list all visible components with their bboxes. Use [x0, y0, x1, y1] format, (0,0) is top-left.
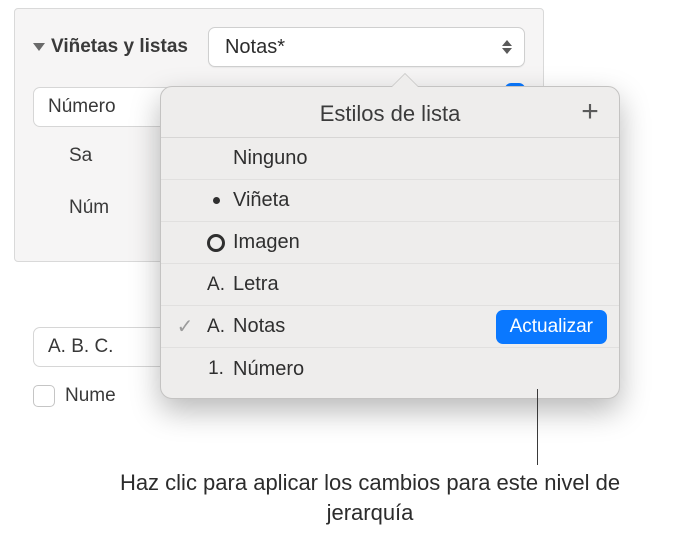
tiered-numbers-label: Nume: [65, 385, 116, 407]
ring-bullet-icon: [207, 234, 225, 252]
prefix-text: A.: [207, 316, 225, 338]
popover-arrow-icon: [391, 74, 419, 88]
list-styles-popover: Estilos de lista + Ninguno Viñeta Imagen: [160, 86, 620, 399]
list-style-selected-label: Notas*: [225, 36, 285, 59]
checkmark-icon: ✓: [171, 314, 199, 339]
add-style-button[interactable]: +: [575, 97, 605, 127]
callout-text: Haz clic para aplicar los cambios para e…: [100, 468, 640, 527]
bullet-slot: A.: [199, 274, 233, 296]
list-style-label: Número: [233, 358, 607, 381]
list-style-item-notas[interactable]: ✓ A. Notas Actualizar: [161, 306, 619, 348]
list-style-item-number[interactable]: 1. Número: [161, 348, 619, 390]
list-style-label: Notas: [233, 315, 496, 338]
tiered-numbers-row: Nume: [33, 385, 116, 407]
plus-icon: +: [581, 97, 599, 127]
popover-title: Estilos de lista: [320, 101, 461, 127]
prefix-text: A.: [207, 274, 225, 296]
list-style-label: Letra: [233, 273, 607, 296]
list-styles-list: Ninguno Viñeta Imagen A. Letra ✓: [161, 137, 619, 390]
list-style-dropdown[interactable]: Notas*: [208, 27, 525, 67]
chevron-down-icon: [33, 43, 45, 51]
callout-leader-line: [537, 389, 538, 465]
update-style-button[interactable]: Actualizar: [496, 310, 607, 344]
popover-header: Estilos de lista +: [161, 87, 619, 137]
bullet-slot: 1.: [199, 358, 233, 380]
list-style-item-image[interactable]: Imagen: [161, 222, 619, 264]
bullet-slot: A.: [199, 316, 233, 338]
list-style-item-bullet[interactable]: Viñeta: [161, 180, 619, 222]
list-style-label: Viñeta: [233, 189, 607, 212]
number-type-label: Número: [48, 96, 116, 118]
section-header-row: Viñetas y listas Notas*: [33, 27, 525, 67]
section-title[interactable]: Viñetas y listas: [33, 36, 188, 58]
list-style-item-none[interactable]: Ninguno: [161, 138, 619, 180]
dot-bullet-icon: [213, 197, 220, 204]
updown-chevron-icon: [502, 40, 512, 54]
list-style-item-letter[interactable]: A. Letra: [161, 264, 619, 306]
prefix-text: 1.: [208, 358, 224, 380]
list-style-label: Ninguno: [233, 147, 607, 170]
list-style-label: Imagen: [233, 231, 607, 254]
section-title-label: Viñetas y listas: [51, 36, 188, 58]
number-format-label: A. B. C.: [48, 336, 113, 358]
bullet-slot: [199, 197, 233, 204]
tiered-numbers-checkbox[interactable]: [33, 385, 55, 407]
bullet-slot: [199, 234, 233, 252]
